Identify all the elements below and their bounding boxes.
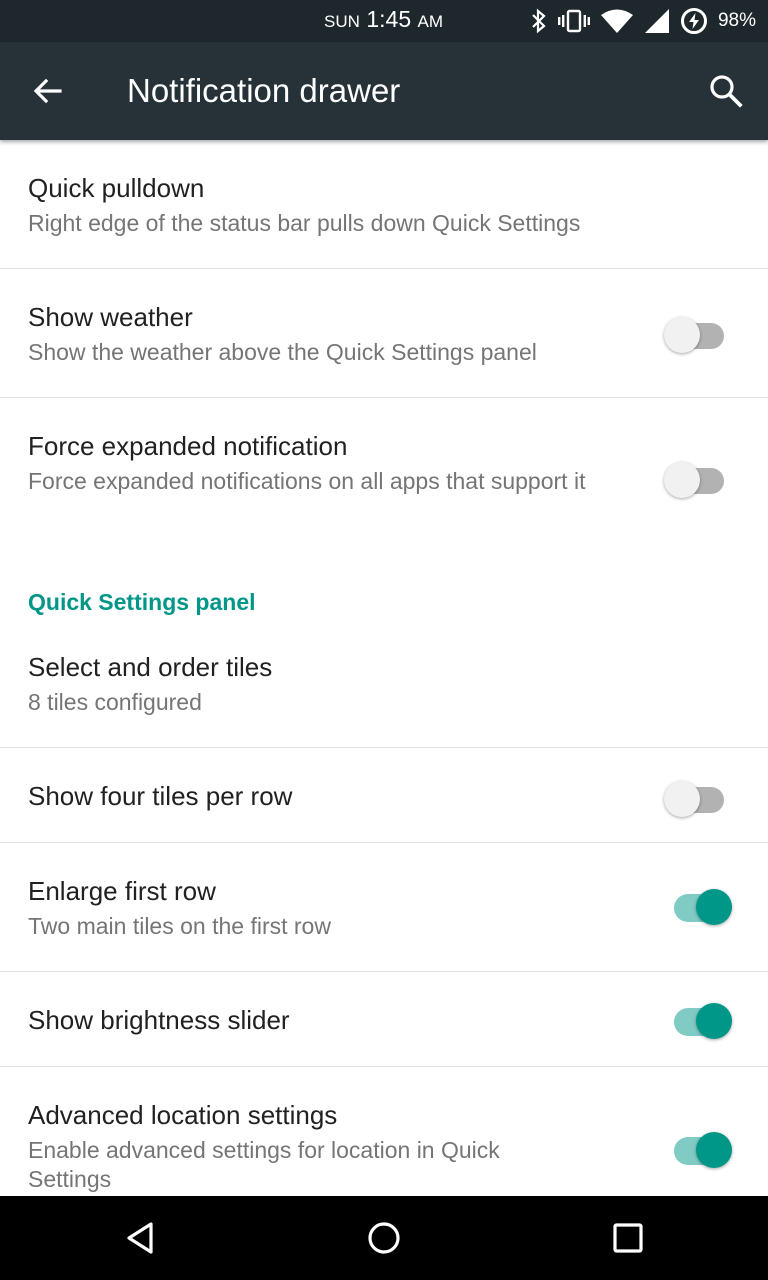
pref-force-expanded[interactable]: Force expanded notification Force expand… (0, 398, 768, 548)
pref-title: Select and order tiles (28, 652, 273, 682)
vibrate-icon (557, 9, 590, 33)
switch-thumb (664, 781, 700, 817)
pref-enlarge-first-row[interactable]: Enlarge first row Two main tiles on the … (0, 843, 768, 971)
pref-title: Quick pulldown (28, 173, 205, 203)
nav-home-icon (368, 1222, 400, 1254)
pref-summary: 8 tiles configured (28, 689, 202, 715)
nav-back-button[interactable] (119, 1216, 163, 1260)
pref-summary: Two main tiles on the first row (28, 913, 331, 939)
pref-show-weather[interactable]: Show weather Show the weather above the … (0, 269, 768, 397)
battery-saver-icon (680, 8, 707, 34)
pref-summary: Right edge of the status bar pulls down … (28, 210, 581, 236)
back-button[interactable] (28, 71, 68, 111)
section-header-quick-settings: Quick Settings panel (28, 589, 256, 615)
app-toolbar: Notification drawer (0, 42, 768, 140)
switch-thumb (664, 462, 700, 498)
pref-title: Show weather (28, 302, 193, 332)
bluetooth-icon (532, 8, 546, 34)
battery-percent: 98% (717, 10, 756, 31)
signal-icon (644, 9, 669, 33)
pref-title: Show four tiles per row (28, 781, 293, 811)
show-weather-switch[interactable] (664, 309, 728, 353)
nav-back-icon (127, 1222, 153, 1254)
pref-summary: Force expanded notifications on all apps… (28, 468, 586, 494)
advanced-location-switch[interactable] (666, 1124, 732, 1168)
pref-summary: Enable advanced settings for location in… (28, 1137, 500, 1192)
pref-select-tiles[interactable]: Select and order tiles 8 tiles configure… (0, 620, 768, 747)
pref-four-tiles[interactable]: Show four tiles per row (0, 748, 768, 842)
status-clock: SUN 1:45 AM (324, 6, 443, 33)
status-bar: SUN 1:45 AM 98% (0, 0, 768, 42)
nav-recents-button[interactable] (606, 1216, 650, 1260)
pref-title: Show brightness slider (28, 1005, 290, 1035)
nav-recents-icon (613, 1223, 643, 1253)
status-time: 1:45 (366, 6, 412, 32)
wifi-icon (600, 9, 633, 33)
pref-title: Advanced location settings (28, 1100, 338, 1130)
status-ampm: AM (417, 12, 444, 31)
switch-thumb (696, 1003, 732, 1039)
arrow-back-icon (33, 78, 62, 104)
switch-thumb (696, 889, 732, 925)
pref-summary: Show the weather above the Quick Setting… (28, 339, 537, 365)
brightness-slider-switch[interactable] (666, 995, 732, 1039)
enlarge-first-row-switch[interactable] (666, 881, 732, 925)
page-title: Notification drawer (127, 72, 401, 109)
pref-quick-pulldown[interactable]: Quick pulldown Right edge of the status … (0, 140, 768, 268)
force-expanded-switch[interactable] (664, 454, 728, 498)
four-tiles-switch[interactable] (664, 773, 728, 817)
pref-title: Force expanded notification (28, 431, 348, 461)
search-icon (710, 75, 743, 108)
status-icons: 98% (530, 7, 756, 35)
status-day: SUN (324, 12, 360, 31)
pref-title: Enlarge first row (28, 876, 216, 906)
search-button[interactable] (706, 71, 746, 111)
navigation-bar (0, 1196, 768, 1280)
nav-home-button[interactable] (362, 1216, 406, 1260)
switch-thumb (696, 1132, 732, 1168)
switch-thumb (664, 317, 700, 353)
pref-brightness-slider[interactable]: Show brightness slider (0, 972, 768, 1066)
pref-advanced-location[interactable]: Advanced location settings Enable advanc… (0, 1067, 768, 1196)
settings-list[interactable]: Quick pulldown Right edge of the status … (0, 140, 768, 1196)
